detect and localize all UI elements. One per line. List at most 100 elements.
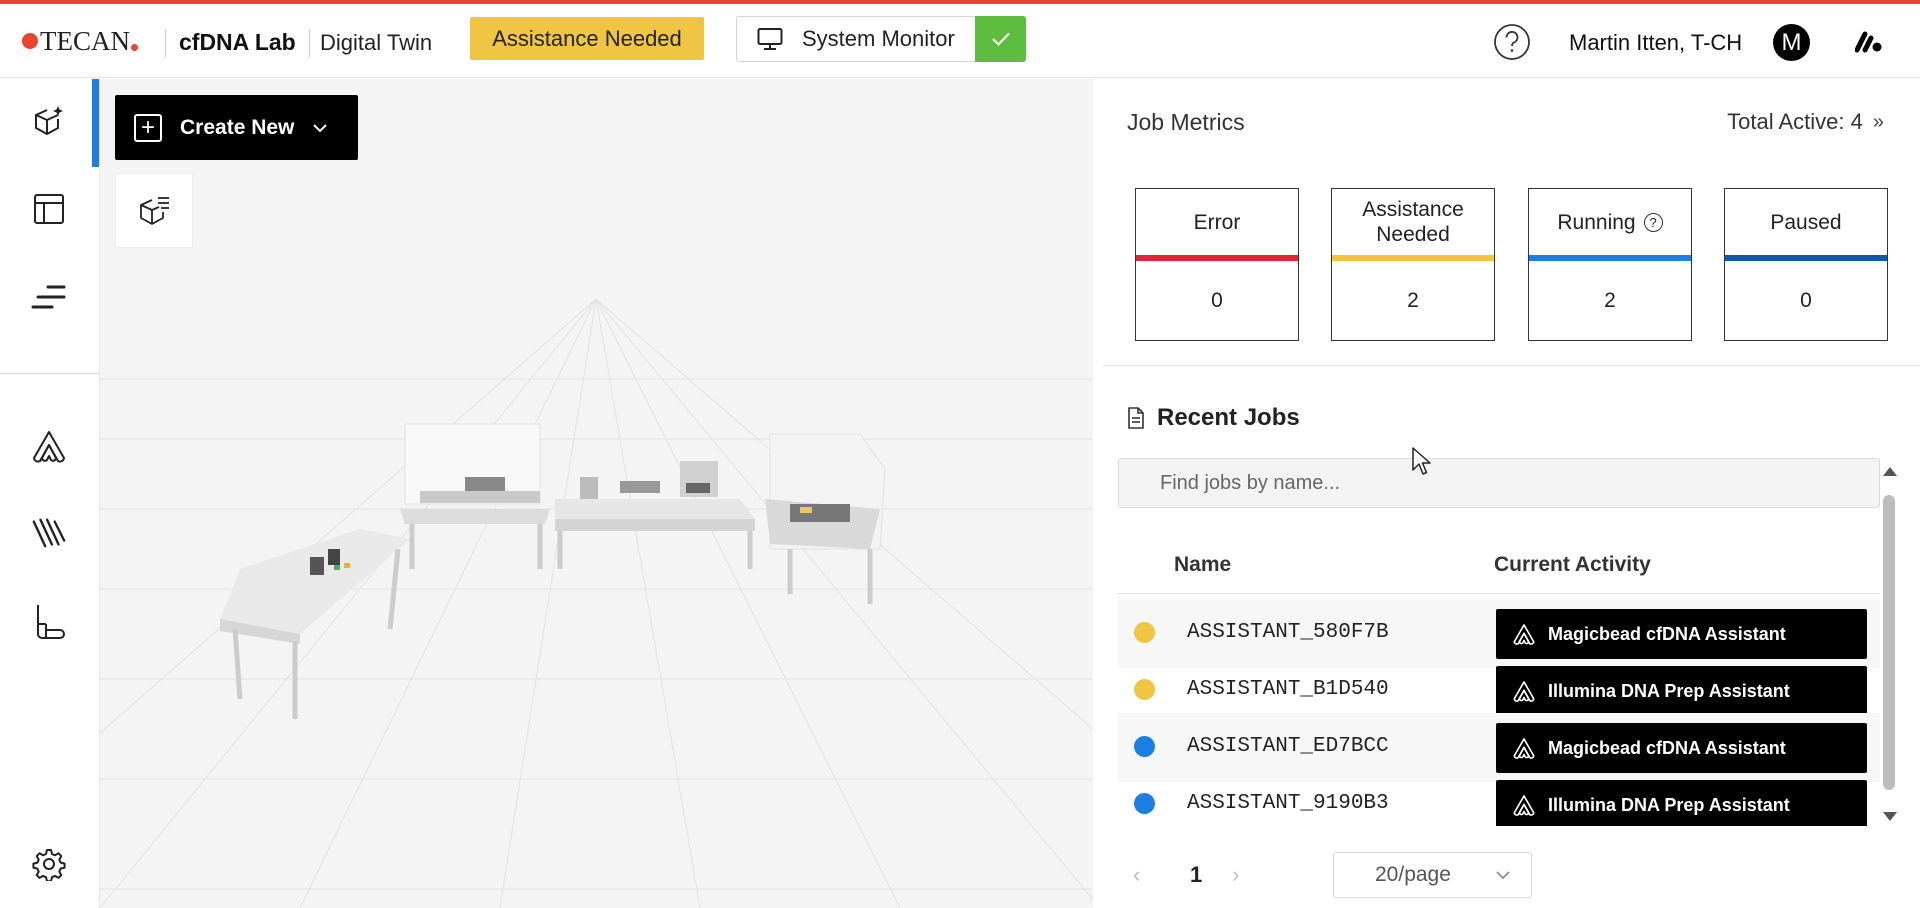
metric-label: Assistance Needed	[1332, 189, 1494, 255]
assistant-icon	[1513, 624, 1535, 645]
assistant-icon	[1513, 681, 1535, 702]
create-new-label: Create New	[180, 115, 295, 139]
bench-center[interactable]	[555, 461, 755, 569]
timeline-icon	[31, 285, 66, 309]
job-name: ASSISTANT_580F7B	[1187, 621, 1389, 644]
gear-icon	[32, 849, 66, 881]
question-circle-icon[interactable]: ?	[1643, 212, 1663, 232]
sidebar-item-layout[interactable]	[30, 190, 68, 228]
assistant-icon	[1513, 738, 1535, 759]
total-active-link[interactable]: Total Active: 4 »	[1727, 109, 1884, 135]
system-monitor-button[interactable]: System Monitor	[736, 16, 1026, 62]
metric-value: 0	[1800, 289, 1812, 312]
pipettes-icon	[32, 518, 66, 548]
cube-sparkle-icon	[35, 106, 63, 135]
job-name: ASSISTANT_9190B3	[1187, 792, 1389, 815]
column-header-activity[interactable]: Current Activity	[1494, 553, 1651, 577]
logo-dot	[22, 33, 38, 49]
page-size-select[interactable]: 20/page	[1333, 852, 1532, 898]
sidebar-item-pipettes[interactable]	[30, 514, 68, 552]
table-row[interactable]: ASSISTANT_9190B3 Illumina DNA Prep Assis…	[1118, 770, 1880, 826]
monitor-icon	[757, 28, 783, 50]
bench-left[interactable]	[220, 529, 410, 719]
logo-text: TECAN	[40, 25, 130, 56]
scrollbar-thumb[interactable]	[1883, 495, 1895, 790]
system-ok-indicator	[975, 16, 1026, 62]
activity-tag[interactable]: Magicbead cfDNA Assistant	[1496, 723, 1867, 773]
next-page-chevron-icon[interactable]: ›	[1232, 862, 1239, 888]
header-separator	[165, 29, 166, 57]
activity-tag[interactable]: Illumina DNA Prep Assistant	[1496, 780, 1867, 826]
sidebar-active-indicator	[92, 79, 99, 167]
metric-card-running[interactable]: Running ? 2	[1528, 188, 1692, 341]
app-subtitle: Digital Twin	[320, 30, 433, 55]
chevron-down-icon	[1496, 871, 1510, 880]
metric-value: 2	[1407, 289, 1419, 312]
app-header: TECAN cfDNA Lab Digital Twin Assistance …	[0, 4, 1920, 78]
sidebar-item-assistants[interactable]	[30, 427, 68, 465]
metric-card-paused[interactable]: Paused 0	[1724, 188, 1888, 341]
metric-label: Paused	[1725, 189, 1887, 255]
metric-card-error[interactable]: Error 0	[1135, 188, 1299, 341]
avatar-initial: M	[1781, 28, 1802, 56]
job-name: ASSISTANT_ED7BCC	[1187, 735, 1389, 758]
previous-page-chevron-icon[interactable]: ‹	[1133, 862, 1140, 888]
status-badge[interactable]: Assistance Needed	[470, 17, 704, 60]
logo-period	[131, 43, 138, 51]
app-name: cfDNA Lab	[179, 29, 296, 55]
metric-label-text: Running	[1557, 210, 1636, 234]
jobs-table-header: Name Current Activity	[1118, 547, 1880, 594]
page-size-value: 20/page	[1375, 863, 1451, 886]
metric-label-text: Assistance Needed	[1362, 198, 1464, 246]
current-page[interactable]: 1	[1190, 862, 1202, 888]
activity-label: Magicbead cfDNA Assistant	[1548, 737, 1786, 758]
metric-label: Running ?	[1529, 189, 1691, 255]
scroll-down-arrow-icon[interactable]	[1883, 812, 1897, 821]
automation-station[interactable]	[765, 433, 886, 604]
total-active-label: Total Active: 4	[1727, 109, 1863, 134]
job-name: ASSISTANT_B1D540	[1187, 678, 1389, 701]
metric-label-text: Error	[1193, 210, 1241, 234]
assistant-icon	[1513, 795, 1535, 816]
chevron-down-icon	[313, 123, 328, 132]
recent-jobs-heading: Recent Jobs	[1127, 404, 1300, 432]
sidebar-item-labware[interactable]	[30, 602, 68, 640]
activity-tag[interactable]: Illumina DNA Prep Assistant	[1496, 666, 1867, 716]
status-dot	[1134, 793, 1155, 814]
panel-divider	[1103, 365, 1920, 366]
metric-value: 0	[1211, 289, 1223, 312]
help-icon[interactable]	[1493, 23, 1531, 61]
activity-label: Magicbead cfDNA Assistant	[1548, 623, 1786, 644]
brand-app-icon[interactable]	[1855, 30, 1883, 54]
job-panel: Job Metrics Total Active: 4 » Error 0 As…	[1093, 79, 1920, 908]
pagination: ‹ 1 › 20/page	[1133, 852, 1533, 898]
digital-twin-viewport[interactable]	[100, 79, 1093, 908]
sidebar	[0, 79, 100, 908]
sidebar-item-timeline[interactable]	[30, 278, 68, 316]
status-dot	[1134, 622, 1155, 643]
create-new-button[interactable]: + Create New	[115, 95, 358, 160]
metric-label: Error	[1136, 189, 1298, 255]
layout-icon	[34, 194, 64, 224]
sidebar-item-digital-twin[interactable]	[30, 102, 68, 140]
avatar[interactable]: M	[1773, 24, 1810, 61]
object-list-button[interactable]	[115, 173, 193, 248]
labware-icon	[37, 605, 65, 639]
status-dot	[1134, 679, 1155, 700]
column-header-name[interactable]: Name	[1174, 553, 1231, 577]
scroll-up-arrow-icon[interactable]	[1883, 467, 1897, 476]
metric-card-assistance[interactable]: Assistance Needed 2	[1331, 188, 1495, 341]
double-chevron-right-icon: »	[1872, 110, 1884, 133]
jobs-scrollbar[interactable]	[1883, 467, 1897, 827]
lab-3d-scene[interactable]	[100, 79, 1093, 908]
sidebar-divider	[0, 373, 100, 374]
metric-label-text: Paused	[1770, 210, 1842, 234]
sidebar-item-settings[interactable]	[30, 845, 68, 883]
check-icon	[991, 32, 1010, 46]
jobs-table-body: ASSISTANT_580F7B Magicbead cfDNA Assista…	[1093, 599, 1920, 826]
user-name[interactable]: Martin Itten, T-CH	[1569, 30, 1742, 56]
activity-tag[interactable]: Magicbead cfDNA Assistant	[1496, 609, 1867, 659]
tecan-logo[interactable]: TECAN	[22, 26, 138, 56]
job-search-input[interactable]	[1118, 458, 1880, 508]
assistant-icon	[33, 431, 65, 463]
